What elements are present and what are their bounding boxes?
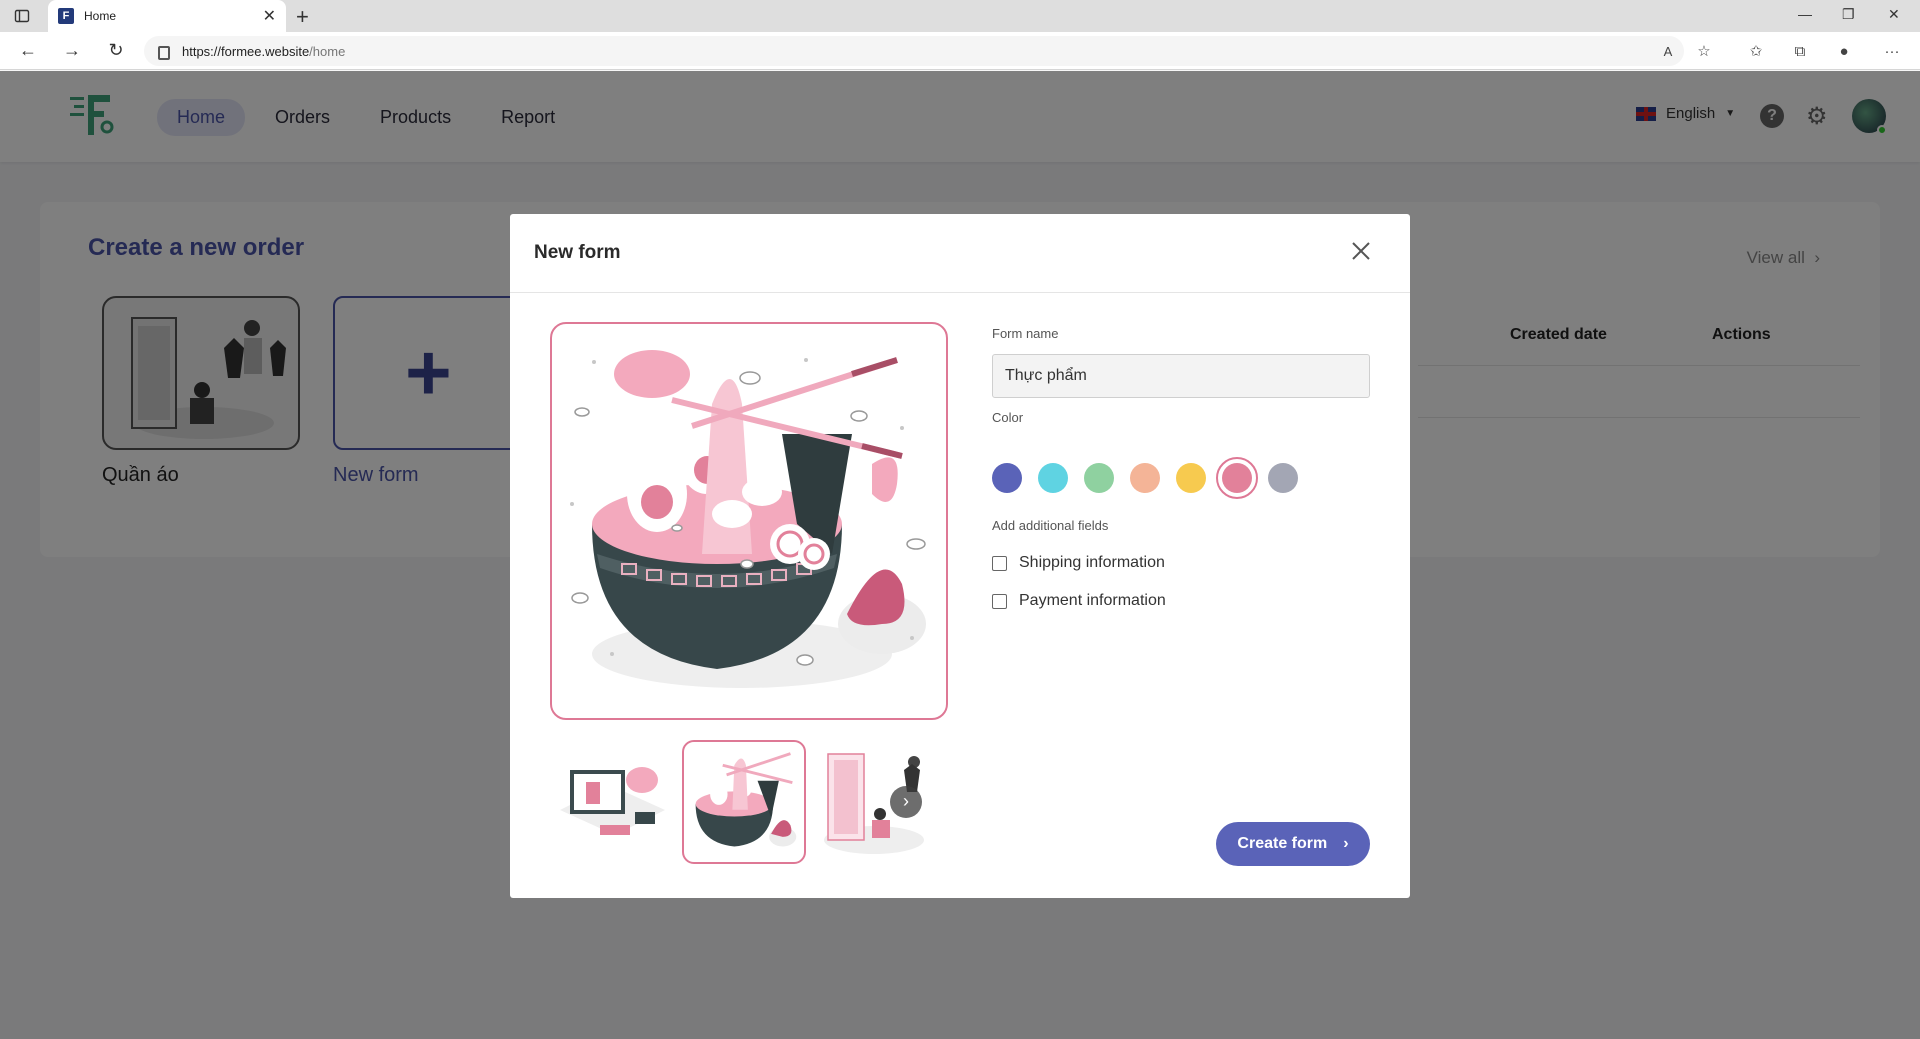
color-swatch-indigo[interactable] [992,463,1022,493]
next-image-button[interactable]: › [890,786,922,818]
chevron-right-icon: › [1343,835,1349,852]
thumbnail-finance[interactable] [550,740,674,864]
finance-illustration [560,767,665,835]
minimize-icon[interactable]: — [1798,6,1812,22]
window-close-icon[interactable]: ✕ [1888,6,1900,23]
tab-title: Home [84,9,117,23]
color-swatch-pink[interactable] [1216,457,1258,499]
ramen-illustration [570,350,926,688]
color-swatch-yellow[interactable] [1176,463,1206,493]
forward-icon[interactable]: → [60,40,84,61]
collections-icon[interactable]: ⧉ [1790,42,1810,62]
form-image-preview [550,322,948,720]
modal-header: New form [510,214,1410,293]
payment-info-label: Payment information [1019,592,1166,609]
reload-icon[interactable]: ↻ [104,40,128,61]
food-illustration [695,752,797,847]
shipping-info-checkbox[interactable] [992,555,1007,571]
favorites-icon[interactable]: ✩ [1746,42,1766,62]
additional-fields-label: Add additional fields [992,518,1109,533]
read-aloud-icon[interactable]: A [1658,42,1678,62]
back-icon[interactable]: ← [16,40,40,61]
color-swatch-gray[interactable] [1268,463,1298,493]
more-icon[interactable]: ··· [1882,42,1902,62]
form-name-label: Form name [992,326,1059,341]
color-swatch-peach[interactable] [1130,463,1160,493]
shipping-info-option[interactable]: Shipping information [992,554,1165,572]
add-favorite-icon[interactable]: ☆ [1694,42,1714,62]
shipping-info-label: Shipping information [1019,554,1165,571]
browser-tab-home[interactable]: F Home ✕ [48,0,286,32]
color-label: Color [992,410,1024,425]
restore-icon[interactable]: ❐ [1842,6,1855,23]
modal-title: New form [534,242,621,263]
form-name-input[interactable] [992,354,1370,398]
payment-info-checkbox[interactable] [992,593,1007,609]
profile-icon[interactable]: ● [1834,42,1854,62]
new-tab-icon[interactable]: + [296,4,309,30]
create-form-label: Create form [1237,835,1328,852]
color-swatch-cyan[interactable] [1038,463,1068,493]
new-form-modal: New form › Form name Thực phẩm Color Add… [510,214,1410,898]
lock-icon [158,46,170,60]
url-host: https://formee.website [182,43,310,59]
payment-info-option[interactable]: Payment information [992,592,1166,610]
favicon-icon: F [58,8,74,24]
close-icon[interactable] [1350,240,1372,262]
create-form-button[interactable]: Create form › [1216,822,1370,866]
color-swatch-green[interactable] [1084,463,1114,493]
browser-tab-bar: F Home ✕ + — ❐ ✕ [0,0,1920,32]
url-field[interactable]: https://formee.website/home [144,36,1684,66]
url-path: /home [309,43,346,59]
thumbnail-food[interactable] [682,740,806,864]
tab-actions-icon[interactable] [14,8,30,24]
tab-close-icon[interactable]: ✕ [263,6,276,26]
address-bar: ← → ↻ https://formee.website/home A ☆ ✩ … [0,32,1920,70]
